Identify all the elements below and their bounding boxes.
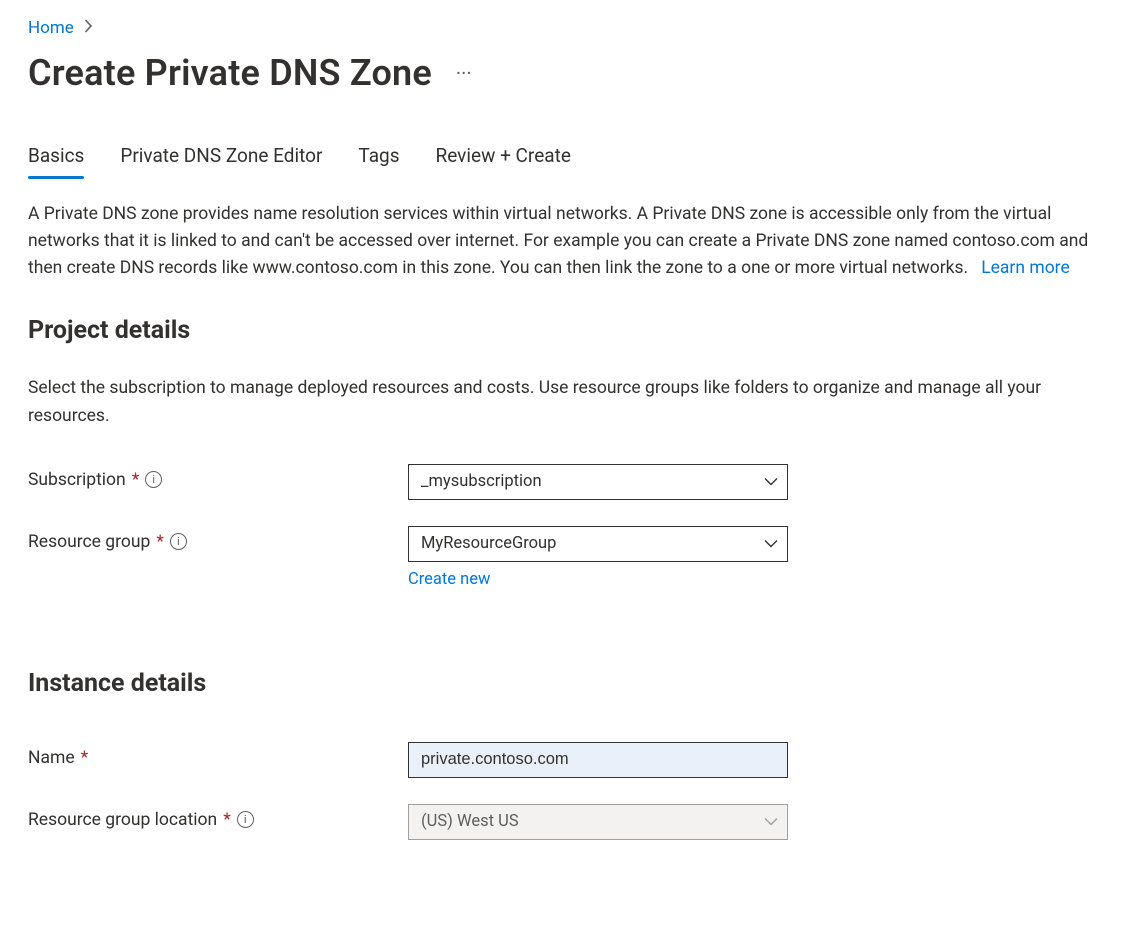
breadcrumb: Home [28,18,1113,38]
location-select-value: (US) West US [421,812,519,831]
subscription-label-text: Subscription [28,470,126,490]
page-title-row: Create Private DNS Zone ··· [28,52,1113,94]
subscription-label: Subscription * i [28,464,408,490]
name-label: Name * [28,742,408,768]
resource-group-select-value: MyResourceGroup [421,534,556,553]
breadcrumb-home-link[interactable]: Home [28,18,74,38]
tab-tags[interactable]: Tags [358,138,399,177]
required-indicator: * [81,748,89,768]
project-details-subtext: Select the subscription to manage deploy… [28,375,1113,429]
resource-group-label-text: Resource group [28,532,150,552]
required-indicator: * [156,532,164,552]
tabs: Basics Private DNS Zone Editor Tags Revi… [28,138,1113,177]
more-actions-button[interactable]: ··· [450,63,478,83]
subscription-row: Subscription * i _mysubscription [28,464,1113,500]
subscription-select-value: _mysubscription [421,472,542,491]
required-indicator: * [223,810,231,830]
page-title: Create Private DNS Zone [28,52,432,94]
intro-text: A Private DNS zone provides name resolut… [28,204,1088,278]
name-input[interactable] [408,742,788,778]
resource-group-select[interactable]: MyResourceGroup [408,526,788,562]
location-row: Resource group location * i (US) West US [28,804,1113,840]
resource-group-row: Resource group * i MyResourceGroup Creat… [28,526,1113,589]
intro-description: A Private DNS zone provides name resolut… [28,201,1113,282]
chevron-right-icon [84,18,93,38]
tab-review-create[interactable]: Review + Create [436,138,571,177]
tab-basics[interactable]: Basics [28,138,84,177]
info-icon[interactable]: i [170,533,187,550]
info-icon[interactable]: i [237,811,254,828]
instance-details-heading: Instance details [28,669,1113,698]
resource-group-label: Resource group * i [28,526,408,552]
name-row: Name * [28,742,1113,778]
learn-more-link[interactable]: Learn more [981,258,1070,278]
name-label-text: Name [28,748,75,768]
location-label: Resource group location * i [28,804,408,830]
project-details-heading: Project details [28,316,1113,345]
required-indicator: * [132,470,140,490]
info-icon[interactable]: i [145,471,162,488]
subscription-select[interactable]: _mysubscription [408,464,788,500]
location-select: (US) West US [408,804,788,840]
location-label-text: Resource group location [28,810,217,830]
tab-private-dns-zone-editor[interactable]: Private DNS Zone Editor [120,138,322,177]
create-new-resource-group-link[interactable]: Create new [408,570,490,589]
